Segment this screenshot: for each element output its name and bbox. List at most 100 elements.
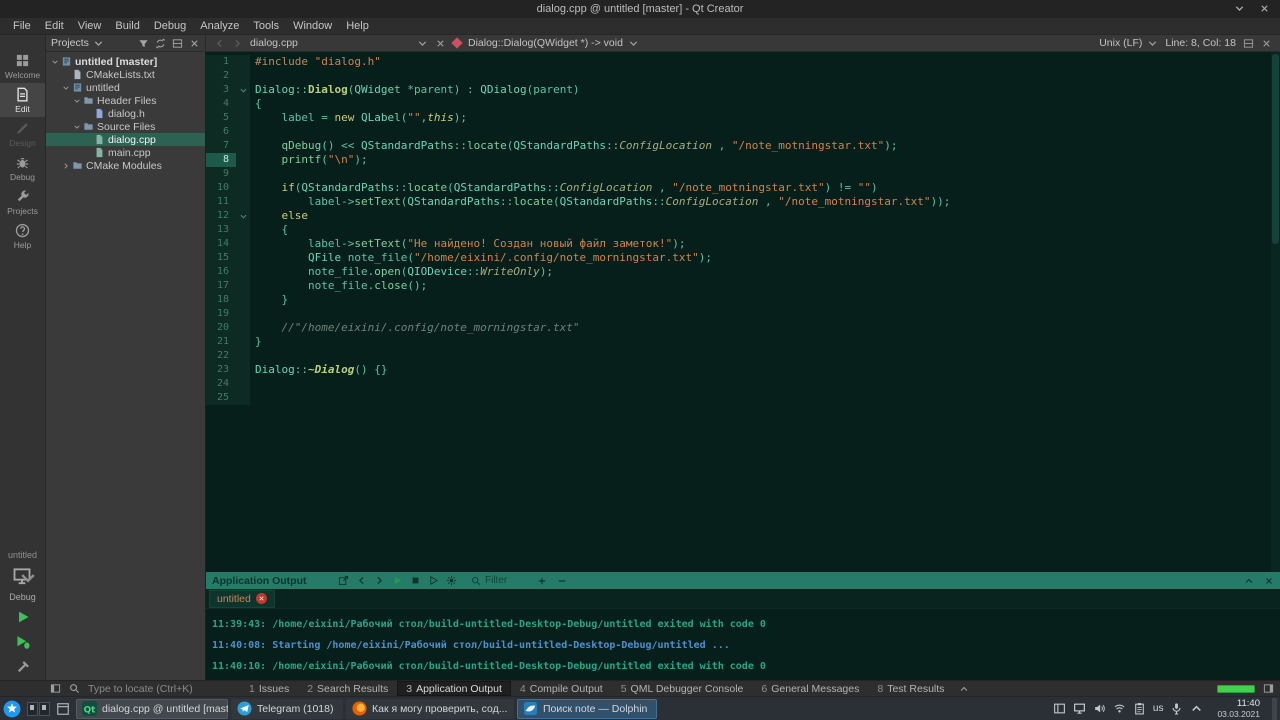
close-icon[interactable] [189,38,200,49]
volume-icon[interactable] [1093,702,1106,715]
code-line[interactable]: 14 label->setText("Не найдено! Создан но… [206,237,1280,251]
keyboard-layout-indicator[interactable]: us [1153,703,1164,714]
code-line[interactable]: 18 } [206,293,1280,307]
menu-item-help[interactable]: Help [339,18,376,35]
mic-icon[interactable] [1170,702,1183,715]
window-titlebar[interactable]: dialog.cpp @ untitled [master] - Qt Crea… [0,0,1280,18]
code-line[interactable]: 25 [206,391,1280,405]
kit-selector[interactable] [12,566,35,586]
code-line[interactable]: 24 [206,377,1280,391]
code-line[interactable]: 4{ [206,97,1280,111]
code-line[interactable]: 9 [206,167,1280,181]
toggle-left-sidebar-button[interactable] [50,683,61,694]
tree-expand-arrow[interactable] [50,57,60,67]
go-back-button[interactable] [214,38,225,49]
menu-item-view[interactable]: View [71,18,109,35]
stop-icon[interactable] [410,575,421,586]
tree-expand-arrow[interactable] [61,83,71,93]
code-line[interactable]: 10 if(QStandardPaths::locate(QStandardPa… [206,181,1280,195]
tree-expand-arrow[interactable] [61,161,71,171]
close-window-button[interactable] [1259,3,1270,14]
mode-tab-welcome[interactable]: Welcome [0,49,45,83]
digital-clock[interactable]: 11:40 03.03.2021 [1217,698,1260,719]
desktop-cell-1[interactable] [27,701,38,716]
encoding-chevron-icon[interactable] [1147,38,1158,49]
code-line[interactable]: 6 [206,125,1280,139]
tree-item-source-files[interactable]: Source Files [46,120,205,133]
close-icon[interactable] [1264,576,1274,586]
code-line[interactable]: 15 QFile note_file("/home/eixini/.config… [206,251,1280,265]
run-output-tab[interactable]: untitled [209,589,275,608]
tree-expand-arrow[interactable] [72,96,82,106]
task-button-1[interactable]: Qt dialog.cpp @ untitled [maste... [76,698,228,719]
open-output-icon[interactable] [338,575,349,586]
minimize-button[interactable] [1234,3,1245,14]
peek-desktop-button[interactable] [1272,697,1277,720]
mode-tab-help[interactable]: Help [0,219,45,253]
code-line[interactable]: 5 label = new QLabel("",this); [206,111,1280,125]
run-icon[interactable] [392,575,403,586]
tree-item-cmake-modules[interactable]: CMake Modules [46,159,205,172]
mode-tab-projects[interactable]: Projects [0,185,45,219]
code-line[interactable]: 8 printf("\n"); [206,153,1280,167]
menu-item-analyze[interactable]: Analyze [193,18,246,35]
code-editor[interactable]: 1 #include "dialog.h" 2 3 Dialog::Dialog(QWi… [206,52,1280,572]
code-line[interactable]: 2 [206,69,1280,83]
menu-item-debug[interactable]: Debug [147,18,193,35]
locator-field[interactable]: Type to locate (Ctrl+K) [0,681,226,696]
desktop-cell-2[interactable] [39,701,50,716]
build-button[interactable] [13,658,33,676]
chevron-up-icon[interactable] [1190,702,1203,715]
tree-item-dialog-cpp[interactable]: dialog.cpp [46,133,205,146]
menu-item-build[interactable]: Build [108,18,146,35]
run-button[interactable] [13,608,33,626]
show-desktop-icon[interactable] [56,702,70,716]
zoom-out-icon[interactable] [557,576,567,586]
toggle-right-sidebar-button[interactable] [1263,683,1274,694]
split-editor-button[interactable] [1243,38,1254,49]
code-line[interactable]: 11 label->setText(QStandardPaths::locate… [206,195,1280,209]
symbol-chevron-icon[interactable] [628,38,639,49]
pane-button-search-results[interactable]: 2 Search Results [298,681,397,696]
display-icon[interactable] [1073,702,1086,715]
panel-selector-chevron-icon[interactable] [93,38,104,49]
code-line[interactable]: 12 else [206,209,1280,223]
menu-item-file[interactable]: File [6,18,38,35]
sync-icon[interactable] [155,38,166,49]
encoding-selector[interactable]: Unix (LF) [1099,37,1158,49]
go-forward-button[interactable] [232,38,243,49]
split-icon[interactable] [172,38,183,49]
cursor-position-label[interactable]: Line: 8, Col: 18 [1165,37,1236,49]
mode-tab-debug[interactable]: Debug [0,151,45,185]
code-line[interactable]: 19 [206,307,1280,321]
tree-expand-arrow[interactable] [72,122,82,132]
debug-run-button[interactable] [13,633,33,651]
gear-icon[interactable] [446,575,457,586]
menu-item-edit[interactable]: Edit [38,18,71,35]
projects-panel-title[interactable]: Projects [51,37,89,49]
code-line[interactable]: 23 Dialog::~Dialog() {} [206,363,1280,377]
pane-button-qml-debugger-console[interactable]: 5 QML Debugger Console [612,681,753,696]
pane-menu-button[interactable] [953,681,975,696]
pane-button-compile-output[interactable]: 4 Compile Output [511,681,612,696]
task-button-3[interactable]: Как я могу проверить, сод... [346,698,514,719]
pane-button-application-output[interactable]: 3 Application Output [397,681,511,696]
open-document-selector[interactable]: dialog.cpp [250,37,428,49]
zoom-in-icon[interactable] [537,576,547,586]
chevron-right-icon[interactable] [374,575,385,586]
close-document-button[interactable] [435,38,446,49]
pane-button-general-messages[interactable]: 6 General Messages [752,681,868,696]
menu-item-tools[interactable]: Tools [246,18,286,35]
code-line[interactable]: 13 { [206,223,1280,237]
code-line[interactable]: 16 note_file.open(QIODevice::WriteOnly); [206,265,1280,279]
tree-item-untitled-master[interactable]: untitled [master] [46,55,205,68]
collapse-icon[interactable] [1244,576,1254,586]
tab-close-button[interactable] [255,593,267,604]
menu-item-window[interactable]: Window [286,18,339,35]
pane-button-test-results[interactable]: 8 Test Results [868,681,953,696]
panel-icon[interactable] [1053,702,1066,715]
code-line[interactable]: 21} [206,335,1280,349]
chevron-left-icon[interactable] [356,575,367,586]
output-filter-field[interactable]: Filter [471,575,507,586]
symbol-selector[interactable]: Dialog::Dialog(QWidget *) -> void [468,37,639,49]
